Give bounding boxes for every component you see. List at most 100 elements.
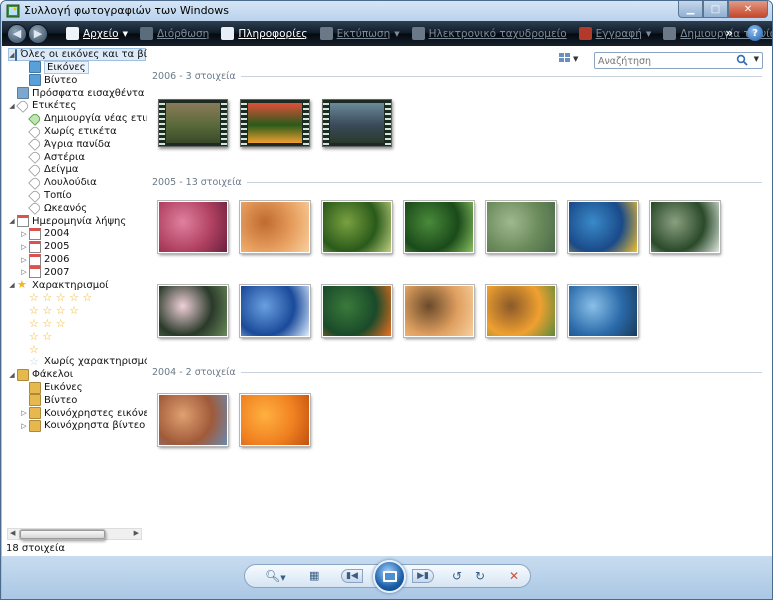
toolbar-item-fix[interactable]: Διόρθωση <box>139 27 209 40</box>
nav-item[interactable]: ☆ ☆ <box>20 330 52 343</box>
nav-item[interactable]: Τοπίο <box>20 188 72 203</box>
nav-item[interactable]: Εικόνες <box>20 60 89 74</box>
photo-thumbnail[interactable] <box>403 200 475 254</box>
photo-thumbnail[interactable] <box>239 393 311 447</box>
toolbar-item-print[interactable]: Εκτύπωση ▼ <box>319 27 400 40</box>
photo-thumbnail[interactable] <box>485 200 557 254</box>
toolbar-item-email[interactable]: Ηλεκτρονικό ταχυδρομείο <box>411 27 567 40</box>
nav-item[interactable]: ◢ Ετικέτες <box>8 99 76 113</box>
scroll-left-arrow-icon[interactable]: ◀ <box>10 529 15 537</box>
rotate-left-icon[interactable]: ↺ <box>452 569 462 583</box>
close-button[interactable]: ✕ <box>728 1 768 18</box>
title-bar[interactable]: Συλλογή φωτογραφιών των Windows ▁ □ ✕ <box>1 1 772 21</box>
dropdown-arrow-icon[interactable]: ▼ <box>394 30 399 38</box>
photo-thumbnail[interactable] <box>567 284 639 338</box>
rotate-right-icon[interactable]: ↻ <box>475 569 485 583</box>
nav-item[interactable]: Χωρίς ετικέτα <box>20 124 117 139</box>
nav-item[interactable]: ☆ ☆ ☆ <box>20 317 66 330</box>
rating-stars-icon: ☆ ☆ ☆ ☆ <box>29 304 79 318</box>
expander-icon[interactable]: ▷ <box>20 422 28 430</box>
expander-icon[interactable]: ▷ <box>20 256 28 264</box>
back-button[interactable]: ◀ <box>7 23 27 44</box>
search-dropdown-icon[interactable]: ▼ <box>754 55 759 63</box>
expander-icon[interactable]: ◢ <box>8 281 16 289</box>
nav-item[interactable]: ▷ 2007 <box>20 266 69 279</box>
scroll-right-arrow-icon[interactable]: ▶ <box>134 529 139 537</box>
photo-thumbnail[interactable] <box>485 284 557 338</box>
nav-item[interactable]: ▷ 2006 <box>20 253 69 266</box>
expander-icon[interactable]: ◢ <box>8 371 16 379</box>
photo-thumbnail[interactable] <box>321 284 393 338</box>
video-thumbnail[interactable] <box>240 99 310 147</box>
photo-thumbnail[interactable] <box>157 393 229 447</box>
nav-item[interactable]: Πρόσφατα εισαχθέντα <box>8 87 145 100</box>
expander-icon[interactable]: ◢ <box>8 217 16 225</box>
next-button[interactable]: ▶▮ <box>412 569 434 583</box>
photo-thumbnail[interactable] <box>239 200 311 254</box>
nav-item[interactable]: ◢ Ημερομηνία λήψης <box>8 215 126 228</box>
slide-show-button[interactable] <box>373 560 406 593</box>
forward-button[interactable]: ▶ <box>28 23 48 44</box>
nav-item[interactable]: ☆ <box>20 343 39 356</box>
search-input[interactable] <box>598 54 738 68</box>
expander-icon[interactable]: ◢ <box>9 51 14 59</box>
nav-item[interactable]: Δημιουργία νέας ετικέτας <box>20 111 147 126</box>
photo-thumbnail[interactable] <box>403 284 475 338</box>
toolbar-item-info[interactable]: Πληροφορίες <box>221 27 308 40</box>
search-icon[interactable] <box>736 54 748 66</box>
toolbar-item-label: Αρχείο <box>83 27 119 40</box>
photo-thumbnail[interactable] <box>239 284 311 338</box>
video-thumbnail[interactable] <box>322 99 392 147</box>
group-header[interactable]: 2005 - 13 στοιχεία <box>152 176 762 188</box>
nav-item[interactable]: Εικόνες <box>20 381 83 394</box>
zoom-icon[interactable]: 🔍︎▼ <box>265 569 286 583</box>
nav-item[interactable]: ◢ ★ Χαρακτηρισμοί <box>8 279 108 292</box>
nav-item[interactable]: ▷ 2005 <box>20 240 69 253</box>
nav-item[interactable]: ▷ 2004 <box>20 227 69 240</box>
nav-item[interactable]: Ωκεανός <box>20 201 87 216</box>
actual-size-icon[interactable]: ▦ <box>309 569 319 582</box>
nav-horizontal-scrollbar[interactable]: ◀ ▶ <box>7 528 142 540</box>
scrollbar-thumb[interactable] <box>19 529 106 540</box>
search-box[interactable]: ▼ <box>594 52 763 69</box>
photo-thumbnail[interactable] <box>321 200 393 254</box>
nav-item[interactable]: Αστέρια <box>20 150 85 164</box>
previous-button[interactable]: ▮◀ <box>341 569 363 583</box>
expander-icon[interactable]: ▷ <box>20 243 28 251</box>
photo-thumbnail[interactable] <box>157 200 229 254</box>
view-options-button[interactable]: ▼ <box>559 53 579 67</box>
nav-item[interactable]: ◢ Όλες οι εικόνες και τα βίντεο <box>8 48 147 61</box>
expander-icon[interactable]: ▷ <box>20 409 28 417</box>
nav-item[interactable]: Βίντεο <box>20 394 77 407</box>
group-label: 2006 - 3 στοιχεία <box>152 70 236 82</box>
expander-icon[interactable]: ◢ <box>8 102 16 110</box>
expander-icon[interactable]: ▷ <box>20 230 28 238</box>
expander-icon[interactable]: ▷ <box>20 268 28 276</box>
nav-item[interactable]: Δείγμα <box>20 163 79 177</box>
video-thumbnail[interactable] <box>158 99 228 147</box>
nav-item[interactable]: Άγρια πανίδα <box>20 137 111 152</box>
nav-item[interactable]: ☆ ☆ ☆ ☆ ☆ <box>20 291 92 304</box>
nav-item[interactable]: ☆ ☆ ☆ ☆ <box>20 304 79 317</box>
toolbar-item-file[interactable]: Αρχείο ▼ <box>66 27 128 40</box>
nav-item[interactable]: ▷ Κοινόχρηστες εικόνες <box>20 407 147 420</box>
nav-item[interactable]: ▷ Κοινόχρηστα βίντεο <box>20 419 145 432</box>
maximize-button[interactable]: □ <box>703 1 728 18</box>
photo-thumbnail[interactable] <box>567 200 639 254</box>
dropdown-arrow-icon[interactable]: ▼ <box>123 30 128 38</box>
group-header[interactable]: 2006 - 3 στοιχεία <box>152 70 762 82</box>
toolbar-item-burn[interactable]: Εγγραφή ▼ <box>578 27 651 40</box>
nav-item[interactable]: Βίντεο <box>20 74 77 87</box>
dropdown-arrow-icon[interactable]: ▼ <box>646 30 651 38</box>
nav-item[interactable]: ☆ Χωρίς χαρακτηρισμό <box>20 355 147 368</box>
minimize-button[interactable]: ▁ <box>678 1 703 18</box>
nav-item[interactable]: ◢ Φάκελοι <box>8 368 73 381</box>
photo-thumbnail[interactable] <box>649 200 721 254</box>
more-chevron-icon[interactable]: » <box>725 26 733 40</box>
window-title: Συλλογή φωτογραφιών των Windows <box>24 4 230 17</box>
help-button[interactable]: ? <box>747 25 763 41</box>
group-header[interactable]: 2004 - 2 στοιχεία <box>152 366 762 378</box>
delete-icon[interactable]: ✕ <box>509 569 519 583</box>
nav-item[interactable]: Λουλούδια <box>20 175 97 190</box>
photo-thumbnail[interactable] <box>157 284 229 338</box>
